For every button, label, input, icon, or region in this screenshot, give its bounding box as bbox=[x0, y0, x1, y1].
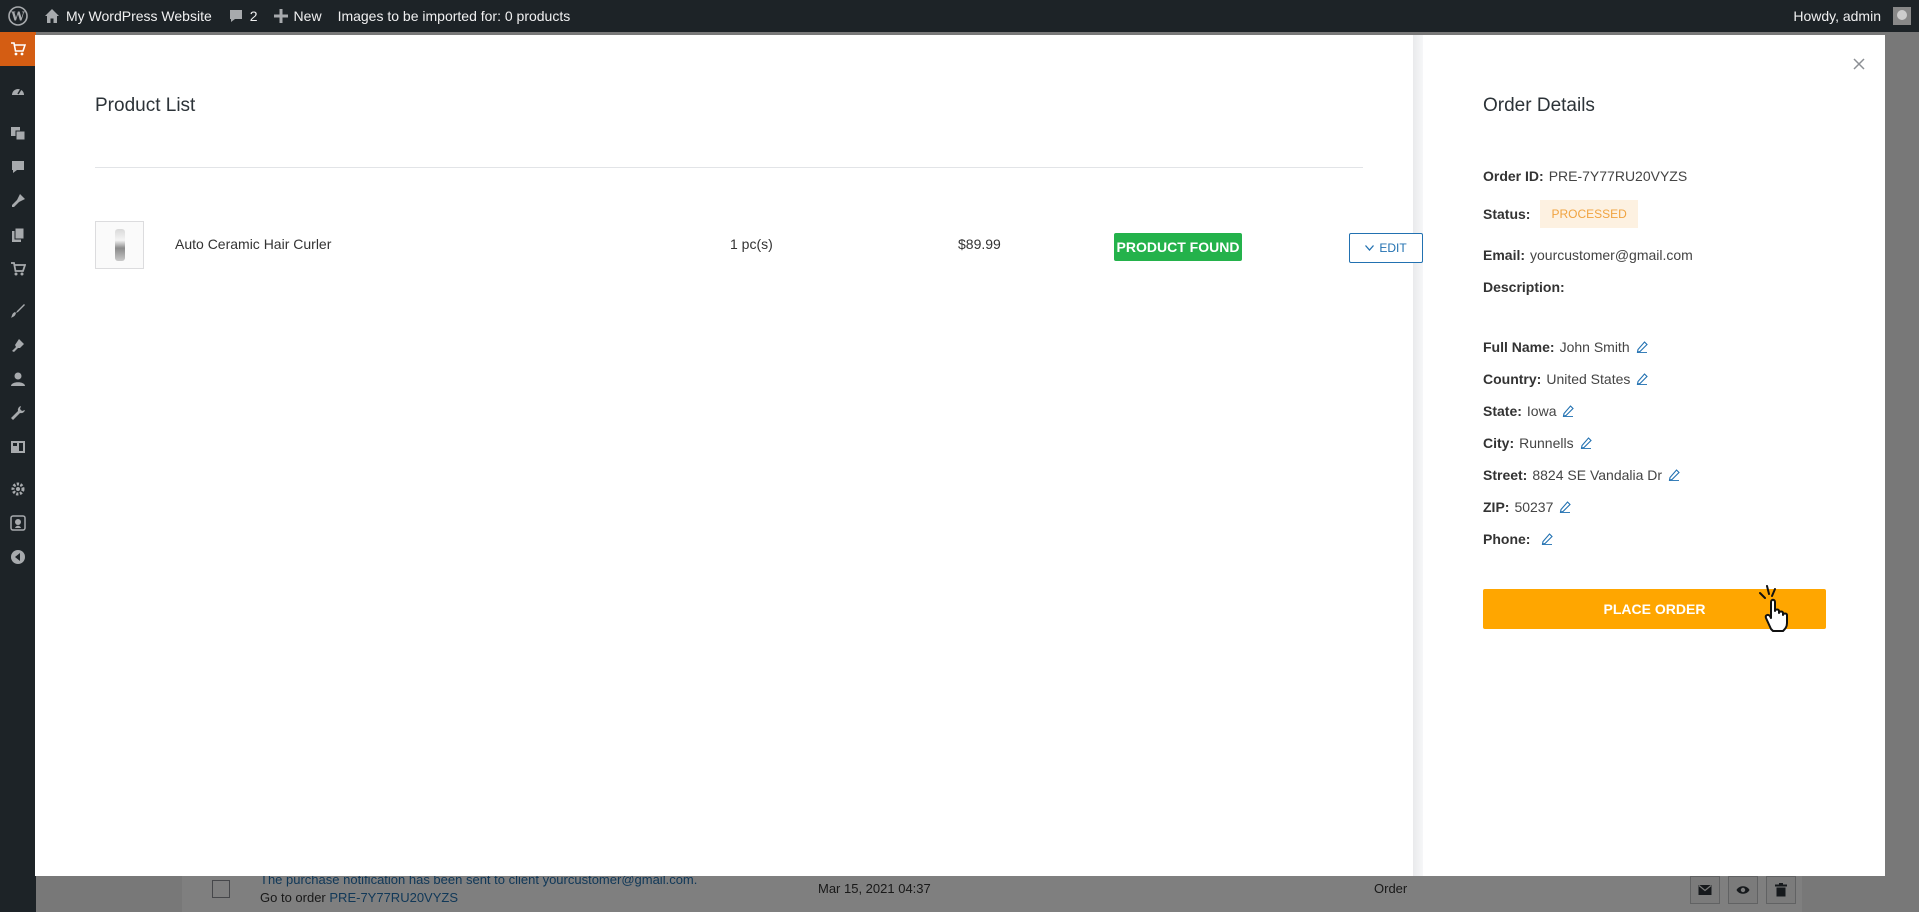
admin-bar: W My WordPress Website 2 New Images to b… bbox=[0, 0, 1919, 32]
plugins-icon[interactable] bbox=[0, 328, 36, 362]
edit-pencil-icon[interactable] bbox=[1580, 437, 1592, 449]
comments-link[interactable]: 2 bbox=[220, 0, 266, 32]
location-icon[interactable] bbox=[0, 506, 36, 540]
zip-value: 50237 bbox=[1514, 499, 1554, 515]
svg-text:W: W bbox=[10, 10, 25, 24]
country-value: United States bbox=[1546, 371, 1631, 387]
street-value: 8824 SE Vandalia Dr bbox=[1532, 467, 1663, 483]
home-icon bbox=[45, 9, 59, 23]
posts-icon[interactable] bbox=[0, 184, 36, 218]
site-name-link[interactable]: My WordPress Website bbox=[36, 0, 220, 32]
product-quantity: 1 pc(s) bbox=[730, 236, 773, 252]
new-content-link[interactable]: New bbox=[266, 0, 330, 32]
aliexpress-plugin-icon[interactable] bbox=[0, 32, 36, 66]
collapse-icon[interactable] bbox=[0, 540, 36, 574]
product-found-badge: PRODUCT FOUND bbox=[1114, 233, 1242, 261]
description-label: Description: bbox=[1483, 279, 1565, 295]
street-label: Street: bbox=[1483, 467, 1528, 483]
description-field: Description: bbox=[1483, 279, 1570, 295]
edit-button-label: EDIT bbox=[1379, 241, 1407, 255]
new-label: New bbox=[293, 8, 322, 24]
status-badge: PROCESSED bbox=[1540, 200, 1638, 228]
product-row: Auto Ceramic Hair Curler 1 pc(s) $89.99 … bbox=[95, 221, 1423, 269]
panel-divider bbox=[1413, 35, 1423, 876]
zip-field: ZIP: 50237 bbox=[1483, 499, 1572, 515]
phone-field: Phone: bbox=[1483, 531, 1554, 547]
edit-pencil-icon[interactable] bbox=[1559, 501, 1572, 513]
woocommerce-icon[interactable] bbox=[0, 252, 36, 286]
comment-bubble-icon bbox=[229, 10, 242, 22]
product-list-title: Product List bbox=[95, 95, 196, 116]
order-id-label: Order ID: bbox=[1483, 168, 1544, 184]
product-thumbnail bbox=[95, 221, 144, 269]
import-status-text: Images to be imported for: 0 products bbox=[337, 8, 571, 24]
status-field: Status: PROCESSED bbox=[1483, 200, 1638, 228]
order-details-title: Order Details bbox=[1483, 95, 1595, 116]
email-field: Email: yourcustomer@gmail.com bbox=[1483, 247, 1693, 263]
close-icon[interactable] bbox=[1848, 53, 1870, 75]
street-field: Street: 8824 SE Vandalia Dr bbox=[1483, 467, 1680, 483]
state-label: State: bbox=[1483, 403, 1522, 419]
city-value: Runnells bbox=[1519, 435, 1574, 451]
order-id-value: PRE-7Y77RU20VYZS bbox=[1548, 168, 1688, 184]
full-name-field: Full Name: John Smith bbox=[1483, 339, 1648, 355]
product-name: Auto Ceramic Hair Curler bbox=[175, 236, 332, 252]
plus-icon bbox=[273, 9, 288, 23]
edit-button[interactable]: EDIT bbox=[1349, 233, 1423, 263]
phone-label: Phone: bbox=[1483, 531, 1531, 547]
import-status[interactable]: Images to be imported for: 0 products bbox=[330, 0, 579, 32]
dashboard-icon[interactable] bbox=[0, 74, 36, 108]
account-menu[interactable]: Howdy, admin bbox=[1785, 0, 1919, 32]
site-name: My WordPress Website bbox=[66, 8, 212, 24]
avatar bbox=[1893, 7, 1911, 25]
appearance-icon[interactable] bbox=[0, 294, 36, 328]
country-label: Country: bbox=[1483, 371, 1542, 387]
city-label: City: bbox=[1483, 435, 1515, 451]
click-hand-cursor-icon bbox=[1759, 585, 1788, 632]
state-value: Iowa bbox=[1526, 403, 1557, 419]
edit-pencil-icon[interactable] bbox=[1562, 405, 1575, 417]
full-name-value: John Smith bbox=[1559, 339, 1630, 355]
full-name-label: Full Name: bbox=[1483, 339, 1555, 355]
tools-icon[interactable] bbox=[0, 396, 36, 430]
email-label: Email: bbox=[1483, 247, 1526, 263]
email-value: yourcustomer@gmail.com bbox=[1530, 247, 1693, 263]
settings-icon[interactable] bbox=[0, 472, 36, 506]
pages-icon[interactable] bbox=[0, 218, 36, 252]
media-icon[interactable] bbox=[0, 116, 36, 150]
order-modal: Product List Auto Ceramic Hair Curler 1 … bbox=[35, 35, 1885, 876]
product-price: $89.99 bbox=[958, 236, 1001, 252]
edit-pencil-icon[interactable] bbox=[1636, 373, 1649, 385]
howdy-greeting: Howdy, admin bbox=[1793, 8, 1881, 24]
edit-pencil-icon[interactable] bbox=[1541, 533, 1554, 545]
admin-side-menu bbox=[0, 32, 36, 912]
wordpress-logo-icon[interactable]: W bbox=[0, 0, 36, 32]
settings-grid-icon[interactable] bbox=[0, 430, 36, 464]
status-label: Status: bbox=[1483, 206, 1531, 222]
state-field: State: Iowa bbox=[1483, 403, 1575, 419]
product-list-separator bbox=[95, 167, 1363, 168]
users-icon[interactable] bbox=[0, 362, 36, 396]
country-field: Country: United States bbox=[1483, 371, 1649, 387]
order-id-field: Order ID: PRE-7Y77RU20VYZS bbox=[1483, 168, 1687, 184]
zip-label: ZIP: bbox=[1483, 499, 1510, 515]
edit-pencil-icon[interactable] bbox=[1636, 341, 1648, 353]
edit-pencil-icon[interactable] bbox=[1668, 469, 1680, 481]
comments-icon[interactable] bbox=[0, 150, 36, 184]
comments-count: 2 bbox=[249, 8, 258, 24]
chevron-down-icon bbox=[1365, 245, 1375, 251]
city-field: City: Runnells bbox=[1483, 435, 1592, 451]
